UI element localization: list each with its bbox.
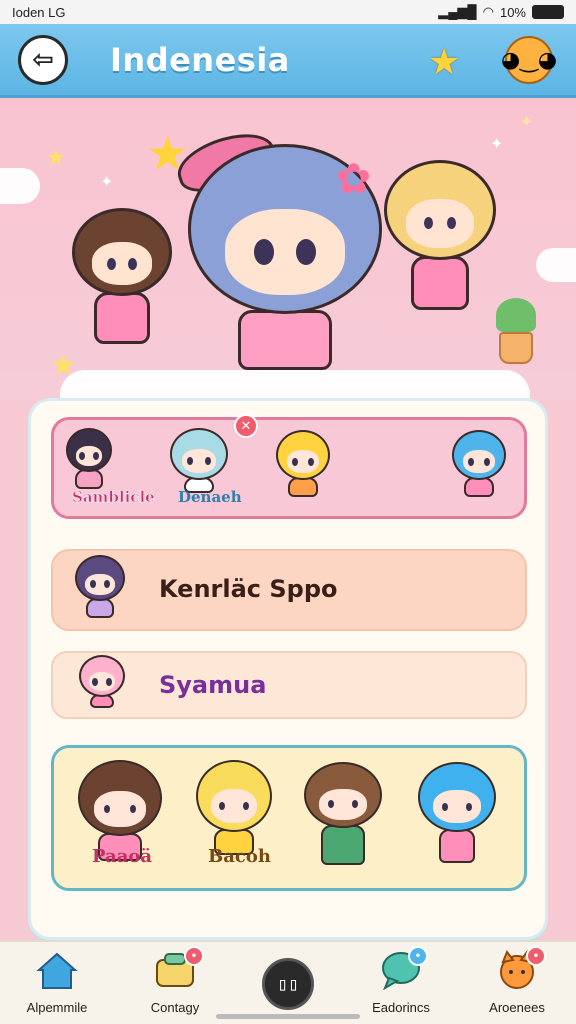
nav-label: Aroenees bbox=[489, 1000, 545, 1015]
back-button[interactable]: ⇦ bbox=[18, 34, 68, 85]
character-list-panel: ✕ Samblicle Denaeh Kenrläc Sppo Syamua P… bbox=[28, 398, 548, 940]
sparkle-icon: ✦ bbox=[520, 112, 534, 131]
cloud-decoration bbox=[0, 168, 40, 204]
app-bar: ⇦ Indenesia ★ ◕‿◕ bbox=[0, 24, 576, 98]
page-title: Indenesia bbox=[110, 40, 290, 79]
row-title: Syamua bbox=[159, 671, 267, 699]
flower-icon: ✿ bbox=[336, 154, 372, 203]
row-title: Kenrläc Sppo bbox=[159, 575, 338, 603]
nav-label: Eadorincs bbox=[372, 1000, 430, 1015]
notification-badge: • bbox=[184, 946, 204, 966]
chibi-avatar-yellow-cat bbox=[276, 430, 330, 497]
cloud-decoration bbox=[536, 248, 576, 282]
hero-banner: ★ ★ ★ ✦ ✦ ✦ ✿ bbox=[0, 98, 576, 420]
arrow-left-icon: ⇦ bbox=[32, 44, 54, 75]
chibi-girl-cat-ears bbox=[384, 160, 496, 310]
list-item-row4[interactable]: Paaoä Bacoh bbox=[51, 745, 527, 891]
list-item-row3[interactable]: Syamua bbox=[51, 651, 527, 719]
chibi-girl-brown bbox=[72, 208, 172, 344]
battery-label: 10% bbox=[499, 4, 526, 20]
chibi-avatar-brown-short bbox=[304, 762, 382, 865]
star-icon[interactable]: ★ bbox=[428, 42, 460, 83]
bottom-nav: Alpemmile • Contagy ▯▯ • Eadorincs • Aro… bbox=[0, 940, 576, 1024]
chat-box-icon: • bbox=[152, 946, 204, 992]
character-tag: Denaeh bbox=[178, 488, 242, 506]
nav-item-center[interactable]: ▯▯ bbox=[233, 948, 343, 1010]
house-icon bbox=[34, 948, 80, 992]
list-item-row1[interactable]: ✕ Samblicle Denaeh bbox=[51, 414, 527, 519]
star-decoration: ★ bbox=[46, 146, 66, 171]
star-decoration: ★ bbox=[50, 348, 77, 383]
chibi-avatar-blue-twin bbox=[418, 762, 496, 863]
notification-badge: • bbox=[526, 946, 546, 966]
character-tag: Paaoä bbox=[92, 846, 153, 867]
list-item-row2[interactable]: Kenrläc Sppo bbox=[51, 549, 527, 631]
status-bar: Ioden LG ▂▄▆█ ◠ 10% bbox=[0, 0, 576, 24]
fox-face-icon[interactable]: ◕‿◕ bbox=[501, 36, 557, 84]
notification-badge: • bbox=[408, 946, 428, 966]
nav-item-messages[interactable]: • Eadorincs bbox=[346, 946, 456, 1015]
character-tag: Bacoh bbox=[208, 846, 271, 867]
status-icons: ▂▄▆█ ◠ 10% bbox=[438, 4, 564, 20]
nav-label: Alpemmile bbox=[26, 1000, 88, 1015]
chibi-avatar-blue-cat bbox=[452, 430, 506, 497]
wifi-icon: ◠ bbox=[482, 4, 494, 19]
carrier-label: Ioden LG bbox=[12, 4, 66, 20]
notification-badge: ✕ bbox=[234, 414, 258, 438]
nav-label: Contagy bbox=[150, 1000, 200, 1015]
fox-avatar-icon: • bbox=[494, 946, 546, 992]
signal-icon: ▂▄▆█ bbox=[438, 4, 477, 19]
potted-plant-icon bbox=[496, 298, 536, 368]
nav-item-profile[interactable]: • Aroenees bbox=[462, 946, 572, 1015]
nav-item-home[interactable]: Alpemmile bbox=[2, 948, 112, 1015]
chat-bubble-icon: • bbox=[378, 946, 428, 992]
sparkle-icon: ✦ bbox=[100, 172, 114, 191]
chibi-avatar-dark-hair bbox=[66, 428, 112, 489]
sparkle-icon: ✦ bbox=[490, 134, 504, 153]
nav-item-category[interactable]: • Contagy bbox=[120, 946, 230, 1015]
chibi-avatar-purple-hair bbox=[75, 555, 125, 618]
center-logo-icon: ▯▯ bbox=[262, 958, 314, 1010]
chibi-avatar-blonde bbox=[196, 760, 272, 855]
chibi-avatar-teal-hair bbox=[170, 428, 228, 493]
home-indicator[interactable] bbox=[216, 1014, 360, 1019]
character-tag: Samblicle bbox=[72, 488, 155, 507]
chibi-avatar-pink-cat bbox=[79, 655, 125, 708]
battery-icon bbox=[532, 5, 564, 19]
